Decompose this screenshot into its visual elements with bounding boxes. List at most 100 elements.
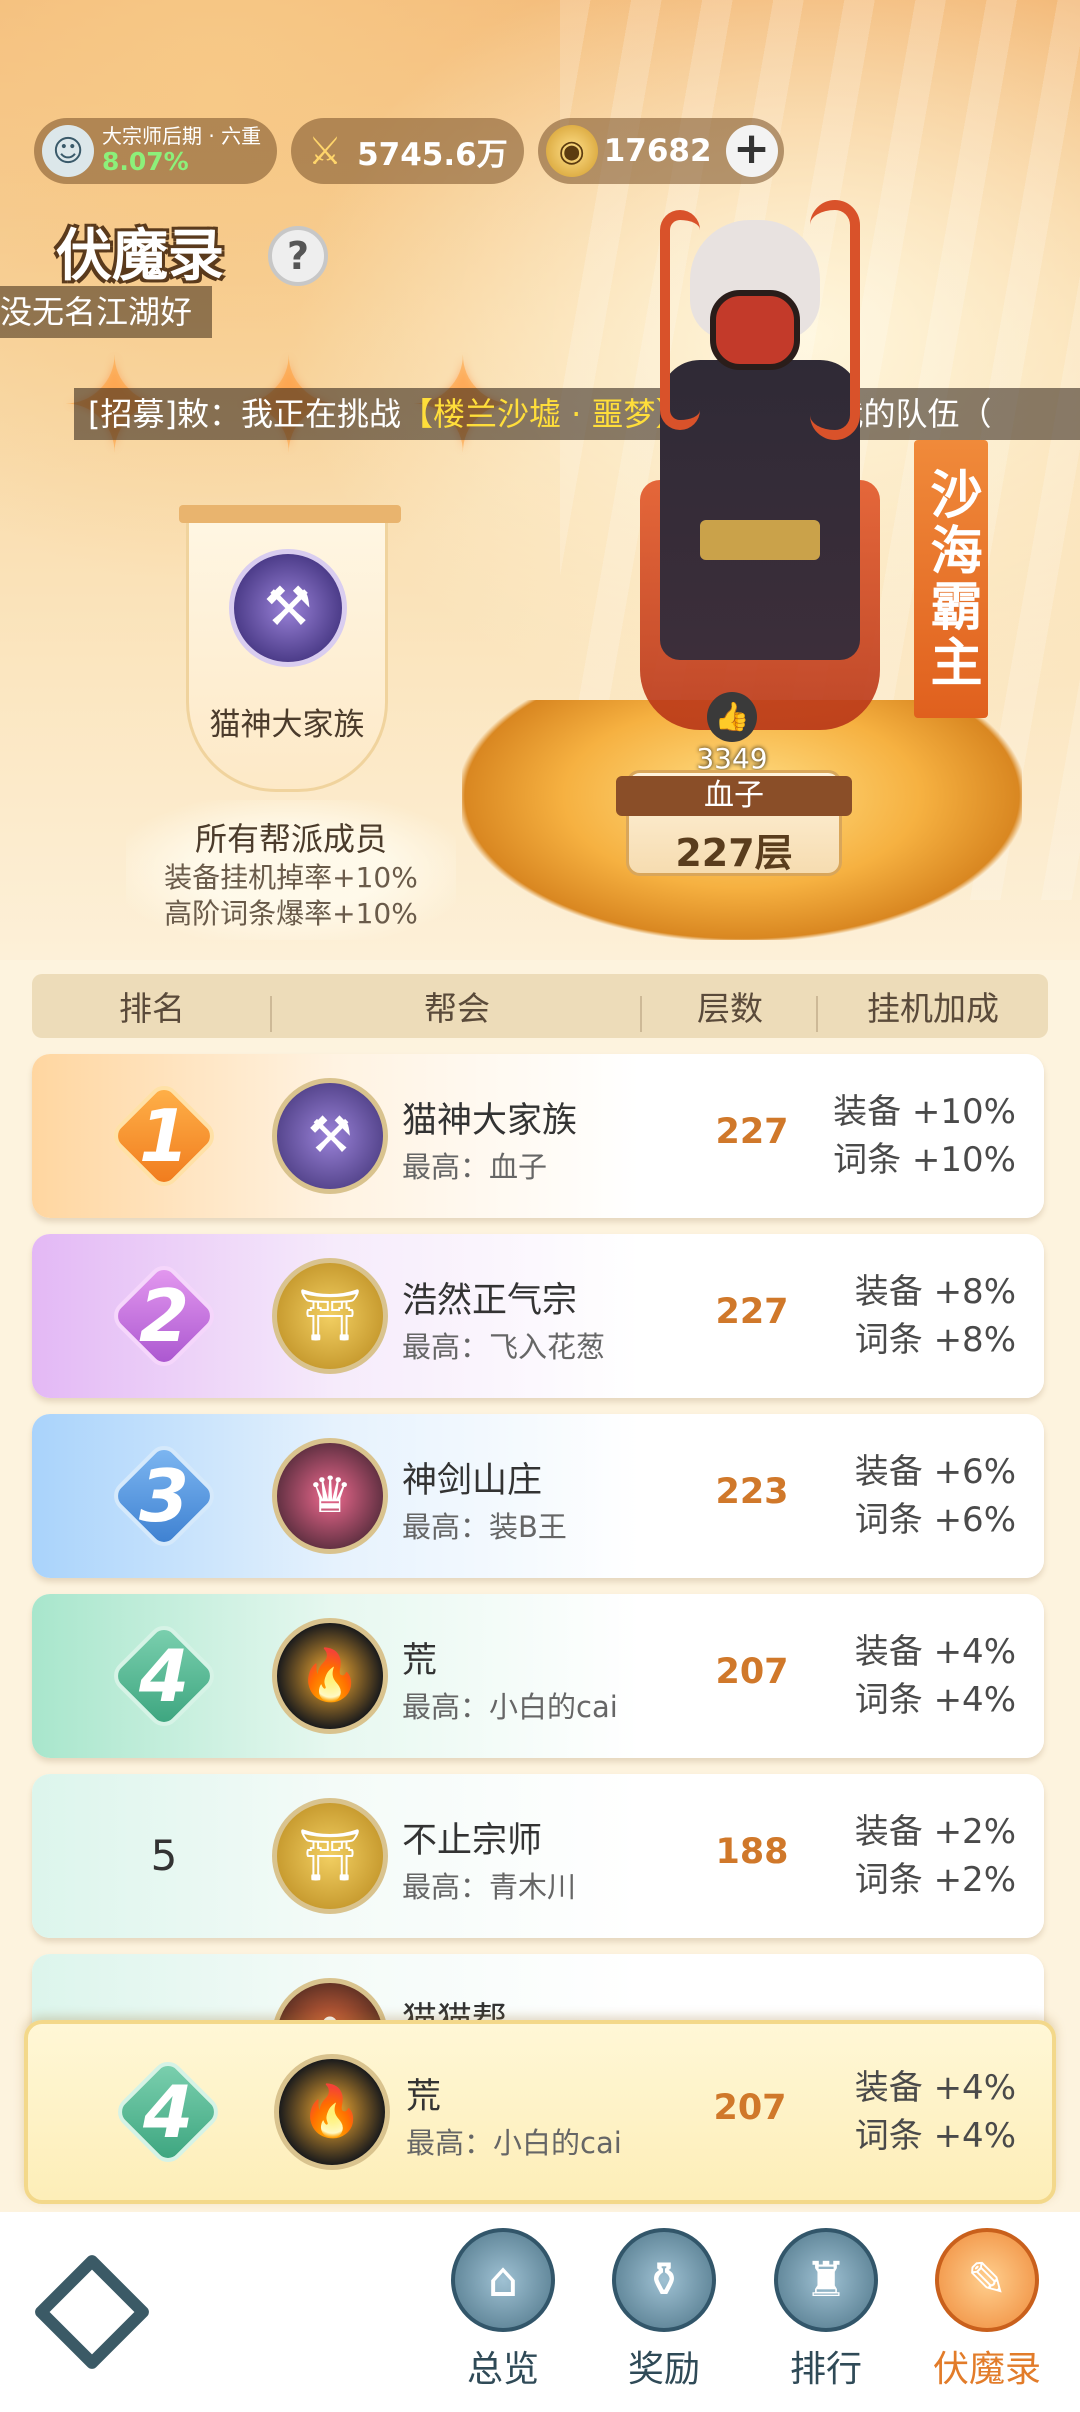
nav-ranking[interactable]: ♜ 排行 (761, 2228, 891, 2408)
guild-bonus: 装备 +10% 词条 +10% (833, 1088, 1016, 1184)
rank-number: 5 (150, 1831, 178, 1880)
guild-bonus: 装备 +2% 词条 +2% (855, 1808, 1016, 1904)
realm-name: 大宗师后期 · 六重 (102, 124, 262, 149)
affix-bonus: 词条 +8% (854, 1320, 1016, 1360)
guild-floor: 207 (713, 2088, 787, 2128)
nav-label: 奖励 (627, 2349, 700, 2390)
col-floor: 层数 (642, 982, 818, 1032)
power-chip[interactable]: ⚔ 5745.6万 (291, 118, 524, 184)
equip-bonus: 装备 +2% (854, 1812, 1016, 1852)
col-guild: 帮会 (272, 982, 642, 1032)
leader-guild-name: 猫神大家族 (209, 707, 365, 743)
col-rank: 排名 (32, 982, 272, 1032)
guild-bonus: 装备 +6% 词条 +6% (855, 1448, 1016, 1544)
status-bar: ☺ 大宗师后期 · 六重 8.07% ⚔ 5745.6万 ◉ 17682 + (34, 118, 784, 184)
guild-bonus: 装备 +4% 词条 +4% (855, 1628, 1016, 1724)
table-row[interactable]: 3 ♛ 神剑山庄 最高：装B王 223 装备 +6% 词条 +6% (32, 1414, 1044, 1578)
guild-floor: 227 (715, 1292, 789, 1332)
power-value: 5745.6万 (357, 136, 508, 173)
leader-buff-info: 所有帮派成员 装备挂机掉率+10% 高阶词条爆率+10% (126, 800, 456, 940)
table-row[interactable]: 5 ⛩ 不止宗师 最高：青木川 188 装备 +2% 词条 +2% (32, 1774, 1044, 1938)
col-bonus: 挂机加成 (818, 982, 1048, 1030)
members-title: 所有帮派成员 (194, 820, 387, 858)
character-horn (810, 200, 860, 440)
character-belt (700, 520, 820, 560)
table-row[interactable]: 2 ⛩ 浩然正气宗 最高：飞入花葱 227 装备 +8% 词条 +8% (32, 1234, 1044, 1398)
chat-recruit-message[interactable]: [招募]敕：我正在挑战【楼兰沙墟 · 噩梦】，快来加入我的队伍（ (74, 388, 1080, 440)
axe-emblem-icon: ⚒ (272, 1078, 388, 1194)
overview-icon: ⌂ (451, 2228, 555, 2332)
affix-bonus: 词条 +4% (854, 1680, 1016, 1720)
leader-title-banner: 沙海霸主 (914, 440, 988, 718)
equip-bonus: 装备 +4% (854, 2068, 1016, 2108)
page-title: 伏魔录 (0, 218, 264, 296)
nav-fumolu[interactable]: ✎ 伏魔录 (922, 2228, 1052, 2408)
guild-bonus: 装备 +8% 词条 +8% (855, 1268, 1016, 1364)
table-row[interactable]: 4 🔥 荒 最高：小白的cai 207 装备 +4% 词条 +4% (32, 1594, 1044, 1758)
help-button[interactable]: ? (268, 226, 328, 286)
add-coins-button[interactable]: + (725, 125, 778, 177)
rank-number: 3 (138, 1454, 190, 1538)
avatar-icon: ☺ (42, 125, 94, 177)
realm-progress: 8.07% (102, 147, 189, 177)
flame-emblem-icon: ♛ (272, 1438, 388, 1554)
affix-bonus: 词条 +2% (854, 1860, 1016, 1900)
leader-player-name: 血子 (616, 776, 852, 816)
equip-bonus: 装备 +4% (854, 1632, 1016, 1672)
coin-value: 17682 (603, 133, 712, 169)
thumbs-up-icon[interactable]: 👍 (707, 692, 757, 742)
card-header-bar (179, 505, 401, 523)
pavilion-emblem-icon: ⛩ (272, 1258, 388, 1374)
affix-bonus: 词条 +6% (854, 1500, 1016, 1540)
guild-top-player: 最高：血子 (402, 1150, 548, 1184)
rank-number: 1 (138, 1094, 190, 1178)
affix-bonus: 词条 +10% (833, 1140, 1016, 1180)
reward-icon: ⚱ (612, 2228, 716, 2332)
guild-floor: 188 (715, 1832, 789, 1872)
table-row[interactable]: 1 ⚒ 猫神大家族 最高：血子 227 装备 +10% 词条 +10% (32, 1054, 1044, 1218)
guild-top-player: 最高：小白的cai (402, 1690, 618, 1724)
rank-number: 4 (142, 2070, 194, 2154)
nav-label: 伏魔录 (932, 2349, 1041, 2390)
guild-top-player: 最高：装B王 (402, 1510, 567, 1544)
rank-number: 4 (138, 1634, 190, 1718)
scroll-icon: ✎ (935, 2228, 1039, 2332)
swords-icon: ⚔ (308, 129, 343, 173)
nav-label: 总览 (466, 2349, 539, 2390)
guild-floor: 223 (715, 1472, 789, 1512)
leader-guild-card[interactable]: ⚒ 猫神大家族 (179, 505, 401, 792)
axe-emblem-icon: ⚒ (229, 549, 347, 667)
pavilion-emblem-icon: ⛩ (272, 1798, 388, 1914)
col-rank-label: 排名 (119, 989, 185, 1028)
col-bonus-label: 挂机加成 (867, 989, 999, 1028)
leader-floor: 227层 (675, 831, 793, 875)
equip-bonus: 装备 +6% (854, 1452, 1016, 1492)
affix-bonus: 词条 +4% (854, 2116, 1016, 2156)
guild-name: 神剑山庄 (402, 1461, 543, 1501)
realm-chip[interactable]: ☺ 大宗师后期 · 六重 8.07% (34, 118, 278, 184)
guild-name: 不止宗师 (402, 1821, 543, 1861)
col-floor-label: 层数 (697, 989, 763, 1028)
nav-overview[interactable]: ⌂ 总览 (438, 2228, 568, 2408)
col-guild-label: 帮会 (424, 989, 490, 1028)
equip-bonus: 装备 +10% (833, 1092, 1016, 1132)
guild-top-player: 最高：飞入花葱 (402, 1330, 606, 1364)
guild-floor: 207 (715, 1652, 789, 1692)
coin-icon: ◉ (545, 125, 598, 177)
buff-line: 高阶词条爆率+10% (164, 897, 418, 930)
fire-emblem-icon: 🔥 (272, 1618, 388, 1734)
ranking-icon: ♜ (774, 2228, 878, 2332)
character-mask (710, 290, 800, 370)
leader-character[interactable] (620, 190, 920, 750)
guild-name: 猫神大家族 (402, 1101, 578, 1141)
table-header: 排名 帮会 层数 挂机加成 (32, 974, 1048, 1038)
guild-bonus: 装备 +4% 词条 +4% (855, 2064, 1016, 2160)
guild-name: 荒 (406, 2077, 442, 2117)
guild-name: 浩然正气宗 (402, 1281, 578, 1321)
chat-recruit-prefix: [招募]敕：我正在挑战 (88, 395, 401, 433)
fire-emblem-icon: 🔥 (274, 2054, 390, 2170)
nav-reward[interactable]: ⚱ 奖励 (599, 2228, 729, 2408)
nav-label: 排行 (789, 2349, 862, 2390)
rank-number: 2 (138, 1274, 190, 1358)
my-guild-row[interactable]: 4 🔥 荒 最高：小白的cai 207 装备 +4% 词条 +4% (24, 2020, 1056, 2204)
